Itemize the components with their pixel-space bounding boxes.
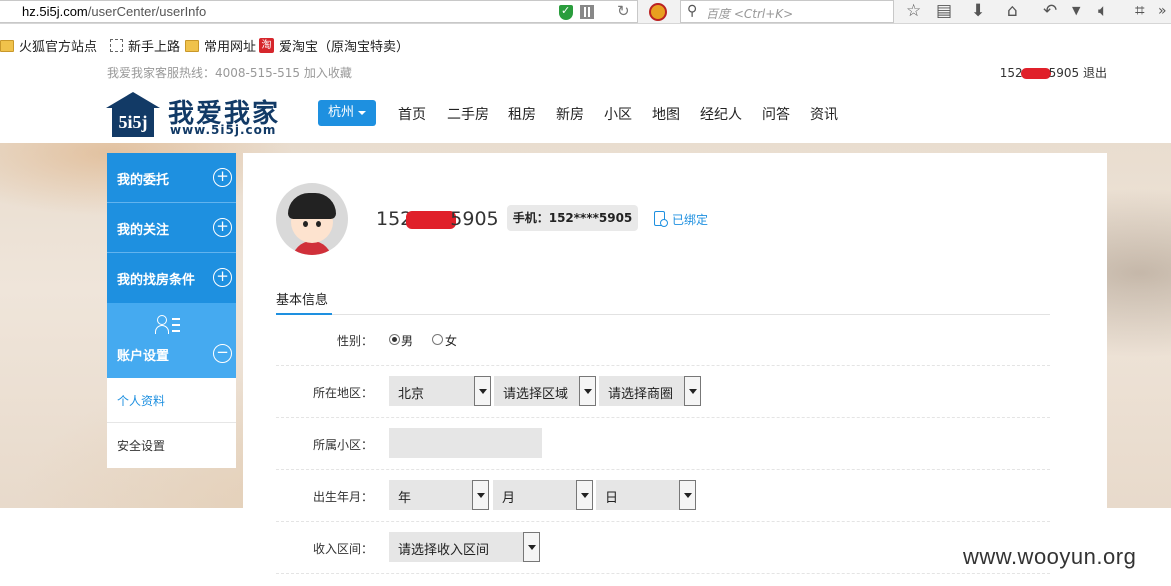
logout-link[interactable]: 退出 [1083,66,1107,80]
folder-icon [0,39,14,52]
sidebar-sub-profile[interactable]: 个人资料 [107,378,236,423]
redaction-mark [1020,68,1051,79]
gender-female-label[interactable]: 女 [445,332,457,349]
tab-divider [276,314,1050,315]
plus-circle-icon: + [213,168,232,187]
nav-agent[interactable]: 经纪人 [700,104,742,124]
dropdown-arrow-icon [474,376,491,406]
community-label: 所属小区： [312,438,373,452]
community-input[interactable] [389,428,542,458]
dropdown-arrow-icon [523,532,540,562]
reading-list-icon[interactable]: ▤ [936,1,952,21]
bookmarks-bar: 火狐官方站点 新手上路 常用网址 淘爱淘宝（原淘宝特卖） [0,33,1171,57]
nav-map[interactable]: 地图 [652,104,680,124]
city-selector[interactable]: 杭州 [318,100,376,126]
search-box[interactable]: ⚲ 百度 <Ctrl+K> [680,0,894,23]
row-divider [276,521,1050,522]
redaction-mark [406,210,457,229]
page-icon [110,39,123,52]
nav-new-house[interactable]: 新房 [556,104,584,124]
region-district-select[interactable]: 请选择区域 [494,376,596,406]
tab-active-indicator [276,313,332,315]
income-select[interactable]: 请选择收入区间 [389,532,540,562]
gender-label: 性别： [336,334,373,348]
nav-second-hand[interactable]: 二手房 [447,104,489,124]
birth-month-select[interactable]: 月 [493,480,593,510]
taobao-icon: 淘 [259,38,274,53]
gender-male-radio[interactable] [389,334,400,345]
dropdown-arrow-icon [684,376,701,406]
addon-block-icon[interactable] [649,3,667,21]
bind-status[interactable]: 已绑定 [672,211,708,228]
nav-community[interactable]: 小区 [604,104,632,124]
watermark: www.wooyun.org [963,544,1137,569]
avatar[interactable] [276,183,348,255]
bookmark-common-sites[interactable]: 常用网址 [185,36,256,55]
nav-news[interactable]: 资讯 [810,104,838,124]
sidebar-item-my-follow[interactable]: 我的关注 + [107,203,236,253]
gender-male-label[interactable]: 男 [401,332,413,349]
url-bar[interactable]: hz.5i5j.com/userCenter/userInfo ↻ [0,0,638,23]
birth-label: 出生年月： [312,490,373,504]
url-text: hz.5i5j.com/userCenter/userInfo [22,4,207,19]
tab-basic-info[interactable]: 基本信息 [276,289,328,308]
nav-rent[interactable]: 租房 [508,104,536,124]
row-divider [276,469,1050,470]
region-label: 所在地区： [312,386,373,400]
nav-home[interactable]: 首页 [398,104,426,124]
caret-down-icon [358,111,366,115]
more-icon[interactable]: » [1158,1,1167,21]
bookmark-getting-started[interactable]: 新手上路 [110,36,180,55]
nav-qa[interactable]: 问答 [762,104,790,124]
plus-circle-icon: + [213,268,232,287]
plus-circle-icon: + [213,218,232,237]
search-placeholder: 百度 <Ctrl+K> [706,7,794,21]
chevron-down-icon[interactable]: ▼ [1072,1,1080,21]
back-icon[interactable]: ↶ [1043,1,1057,21]
region-area-select[interactable]: 请选择商圈 [599,376,701,406]
row-divider [276,573,1050,574]
gender-female-radio[interactable] [432,334,443,345]
logo-icon[interactable]: 5i5j [106,92,160,138]
home-icon[interactable]: ⌂ [1007,1,1018,21]
sidebar-sub-security[interactable]: 安全设置 [107,423,236,468]
dropdown-arrow-icon [472,480,489,510]
shield-icon[interactable] [559,4,573,20]
dropdown-arrow-icon [576,480,593,510]
download-icon[interactable]: ⬇ [971,1,985,21]
row-divider [276,365,1050,366]
logo-url: www.5i5j.com [170,123,277,137]
region-city-select[interactable]: 北京 [389,376,491,406]
birth-year-select[interactable]: 年 [389,480,489,510]
browser-toolbar: hz.5i5j.com/userCenter/userInfo ↻ ⚲ 百度 <… [0,0,1171,24]
dropdown-arrow-icon [579,376,596,406]
sidebar-item-account-settings[interactable]: 账户设置 − [107,303,236,378]
sidebar-item-my-entrust[interactable]: 我的委托 + [107,153,236,203]
bookmark-firefox[interactable]: 火狐官方站点 [0,36,97,55]
user-bar: 152 5905 退出 [1000,64,1107,81]
user-phone[interactable]: 152 5905 [1000,66,1079,80]
crop-icon[interactable]: ⌗ [1135,1,1145,21]
star-icon[interactable]: ☆ [906,1,921,21]
income-label: 收入区间： [312,542,373,556]
reload-icon[interactable]: ↻ [617,2,630,20]
phone-badge: 手机：152****5905 [507,205,638,231]
folder-icon [185,39,199,52]
minus-circle-icon: − [213,344,232,363]
row-divider [276,417,1050,418]
sidebar-item-search-conditions[interactable]: 我的找房条件 + [107,253,236,303]
birth-day-select[interactable]: 日 [596,480,696,510]
qr-code-icon[interactable] [580,5,594,19]
bookmark-aitaobao[interactable]: 淘爱淘宝（原淘宝特卖） [259,36,409,55]
hotline-text: 我爱我家客服热线：4008-515-515 加入收藏 [107,66,352,80]
search-icon: ⚲ [687,3,698,19]
phone-bound-icon [654,211,668,227]
dropdown-arrow-icon [679,480,696,510]
volume-icon[interactable]: 🔈︎ [1098,1,1108,21]
profile-phone: 152 5905 [376,208,499,230]
user-list-icon [155,315,181,335]
